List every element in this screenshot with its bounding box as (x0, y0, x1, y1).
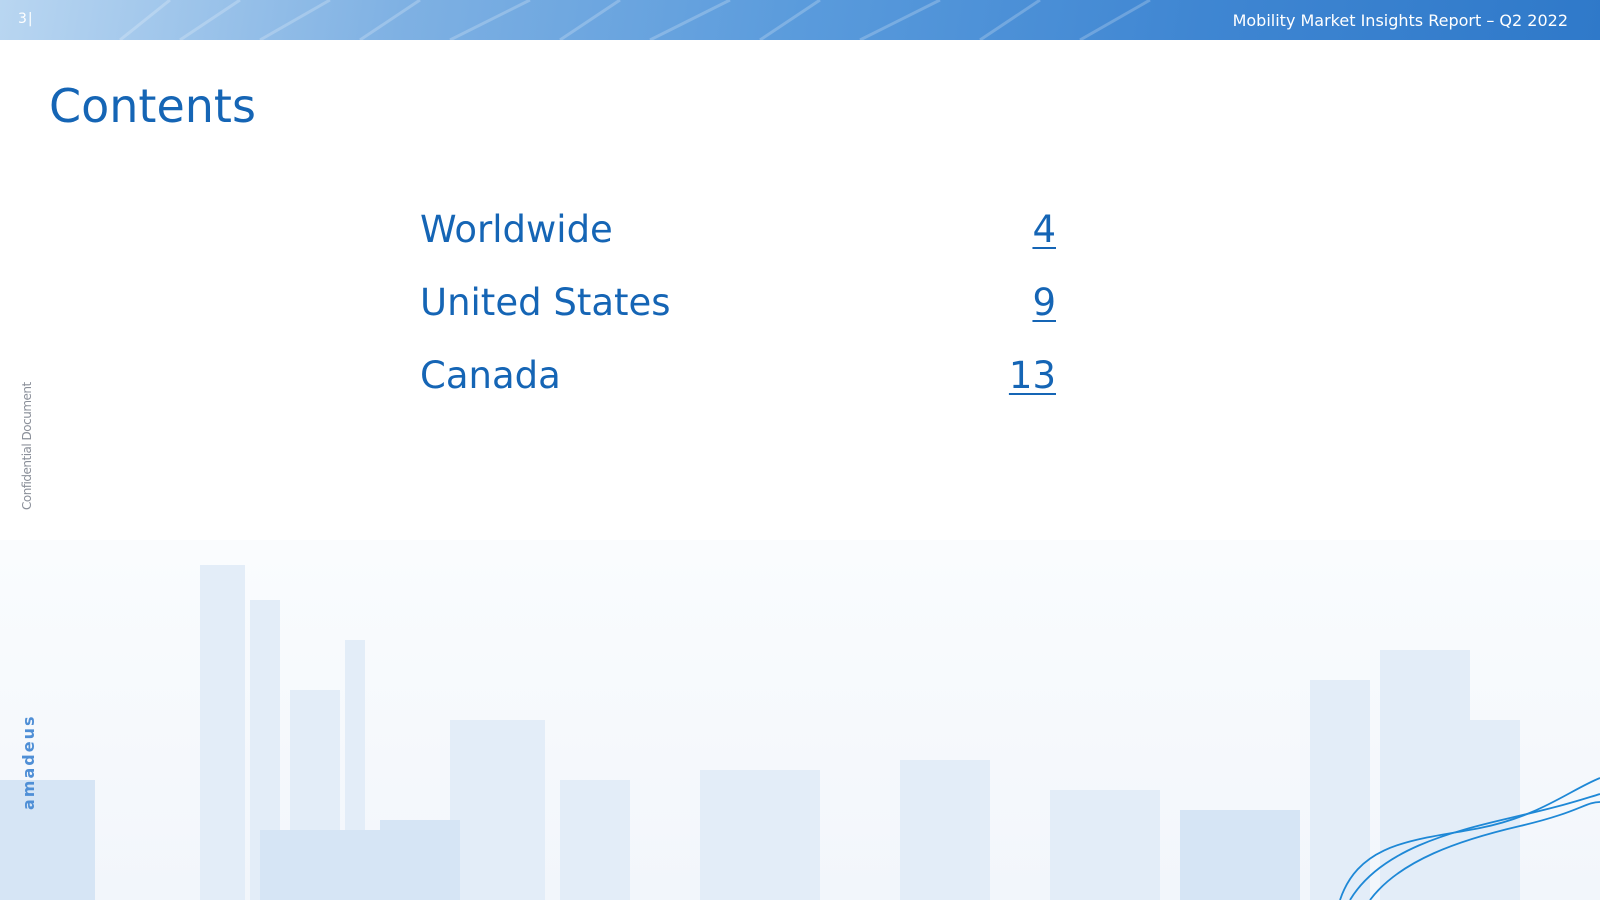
confidential-label: Confidential Document (20, 382, 34, 510)
toc-page-link[interactable]: 4 (1032, 208, 1056, 251)
toc-label: United States (420, 281, 671, 324)
slide-page: 3| Mobility Market Insights Report – Q2 … (0, 0, 1600, 900)
amadeus-logo: amadeus (19, 714, 38, 810)
report-title: Mobility Market Insights Report – Q2 202… (1232, 11, 1568, 30)
header-banner: 3| Mobility Market Insights Report – Q2 … (0, 0, 1600, 40)
page-title: Contents (49, 79, 256, 133)
toc-row-united-states[interactable]: United States 9 (420, 281, 1056, 354)
toc-row-worldwide[interactable]: Worldwide 4 (420, 208, 1056, 281)
toc-page-link[interactable]: 9 (1032, 281, 1056, 324)
page-number: 3| (18, 11, 34, 27)
toc-label: Canada (420, 354, 561, 397)
toc-page-link[interactable]: 13 (1009, 354, 1056, 397)
table-of-contents: Worldwide 4 United States 9 Canada 13 (420, 208, 1056, 427)
city-skyline-background (0, 540, 1600, 900)
toc-label: Worldwide (420, 208, 613, 251)
toc-row-canada[interactable]: Canada 13 (420, 354, 1056, 427)
skyline-illustration (0, 565, 1600, 900)
